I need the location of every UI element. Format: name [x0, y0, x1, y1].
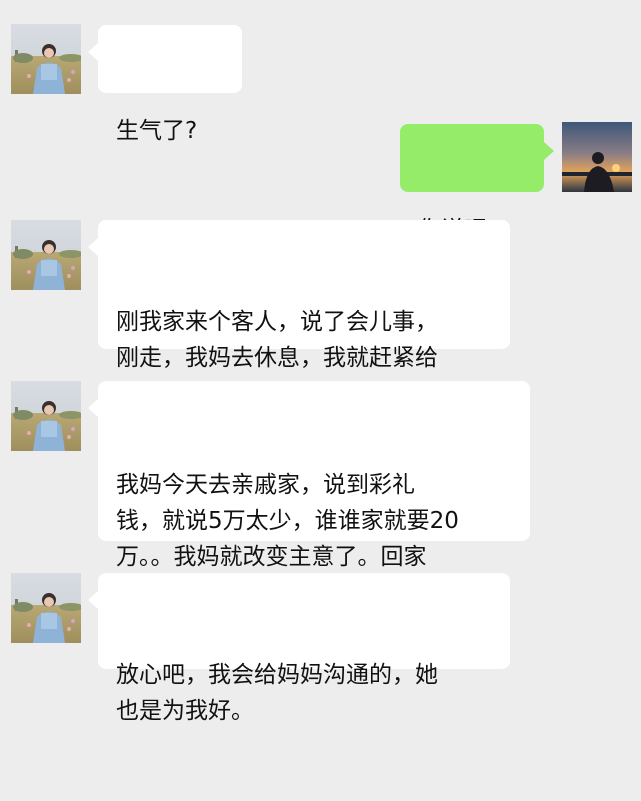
- girl-in-field-avatar-icon: [11, 220, 81, 290]
- message-bubble[interactable]: 你说呢。: [400, 124, 554, 243]
- girl-in-field-avatar-icon: [11, 24, 81, 94]
- message-bubble[interactable]: 放心吧，我会给妈妈沟通的，她 也是为我好。: [88, 573, 510, 724]
- contact-avatar[interactable]: [11, 381, 81, 451]
- contact-avatar[interactable]: [11, 573, 81, 643]
- sunset-silhouette-avatar-icon: [562, 122, 632, 192]
- message-text: 放心吧，我会给妈妈沟通的，她 也是为我好。: [116, 662, 438, 724]
- message-bubble[interactable]: 刚我家来个客人，说了会儿事， 刚走，我妈去休息，我就赶紧给 你回复。: [88, 220, 510, 407]
- contact-avatar[interactable]: [11, 24, 81, 94]
- contact-avatar[interactable]: [11, 220, 81, 290]
- girl-in-field-avatar-icon: [11, 381, 81, 451]
- message-text: 生气了?: [116, 118, 198, 144]
- message-bubble[interactable]: 生气了?: [88, 25, 242, 144]
- girl-in-field-avatar-icon: [11, 573, 81, 643]
- message-bubble[interactable]: 我妈今天去亲戚家，说到彩礼 钱，就说5万太少，谁谁家就要20 万。。我妈就改变主…: [88, 381, 530, 606]
- chat-screen: { "chat": { "messages": [ { "side": "lef…: [0, 0, 641, 724]
- my-avatar[interactable]: [562, 122, 632, 192]
